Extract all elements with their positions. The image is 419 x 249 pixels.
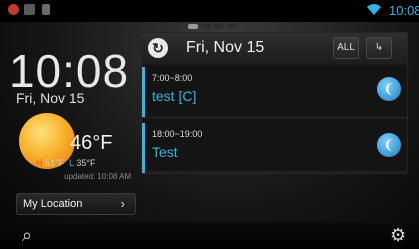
weather-updated-time: updated: 10:08 AM <box>64 172 132 181</box>
search-icon[interactable]: ⌕ <box>22 225 32 246</box>
calendar-widget: ↻ Fri, Nov 15 ALL ↳ 7:00~8:00 test [C] ❨… <box>141 32 408 174</box>
page-dot <box>201 24 211 29</box>
location-label: My Location <box>23 198 83 210</box>
event-title: Test <box>152 144 178 160</box>
event-time: 7:00~8:00 <box>152 73 193 83</box>
page-indicator <box>188 24 237 30</box>
all-label: ALL <box>337 42 355 53</box>
low-temperature: 35°F <box>76 158 96 168</box>
event-color-bar <box>142 67 145 117</box>
chevron-right-icon: › <box>120 196 125 211</box>
current-temperature: 46°F <box>70 132 113 154</box>
voice-reminder-icon[interactable]: ❨ <box>377 133 401 157</box>
my-location-button[interactable]: My Location › <box>16 193 136 215</box>
high-temperature: 51°F <box>45 158 65 168</box>
all-calendars-button[interactable]: ALL <box>333 37 359 59</box>
open-calendar-icon: ↳ <box>374 42 384 53</box>
refresh-icon[interactable]: ↻ <box>148 38 168 58</box>
calendar-date: Fri, Nov 15 <box>186 39 265 56</box>
gear-icon[interactable]: ⚙ <box>390 225 406 246</box>
event-title: test [C] <box>152 88 197 104</box>
page-dot <box>214 24 224 29</box>
voice-reminder-icon[interactable]: ❨ <box>377 77 401 101</box>
event-time: 18:00~19:00 <box>152 129 203 139</box>
high-low-temperature: H 51°F L 35°F <box>36 158 95 168</box>
page-dot <box>188 24 198 29</box>
high-label: H <box>36 158 43 168</box>
page-dot <box>227 24 237 29</box>
gallery-icon <box>24 4 35 15</box>
status-bar-time: 10:08 <box>389 3 419 18</box>
calendar-header: ↻ Fri, Nov 15 ALL ↳ <box>142 33 407 65</box>
status-bar: 10:08 <box>0 0 419 22</box>
sd-card-icon <box>42 4 50 15</box>
event-row[interactable]: 18:00~19:00 Test ❨ <box>142 123 407 174</box>
low-label: L <box>69 158 74 168</box>
notification-icon <box>8 4 19 15</box>
bottom-dock <box>0 222 419 249</box>
event-color-bar <box>142 123 145 173</box>
wifi-icon <box>367 4 381 15</box>
open-calendar-button[interactable]: ↳ <box>366 37 392 59</box>
event-row[interactable]: 7:00~8:00 test [C] ❨ <box>142 67 407 118</box>
clock-date: Fri, Nov 15 <box>16 90 85 106</box>
